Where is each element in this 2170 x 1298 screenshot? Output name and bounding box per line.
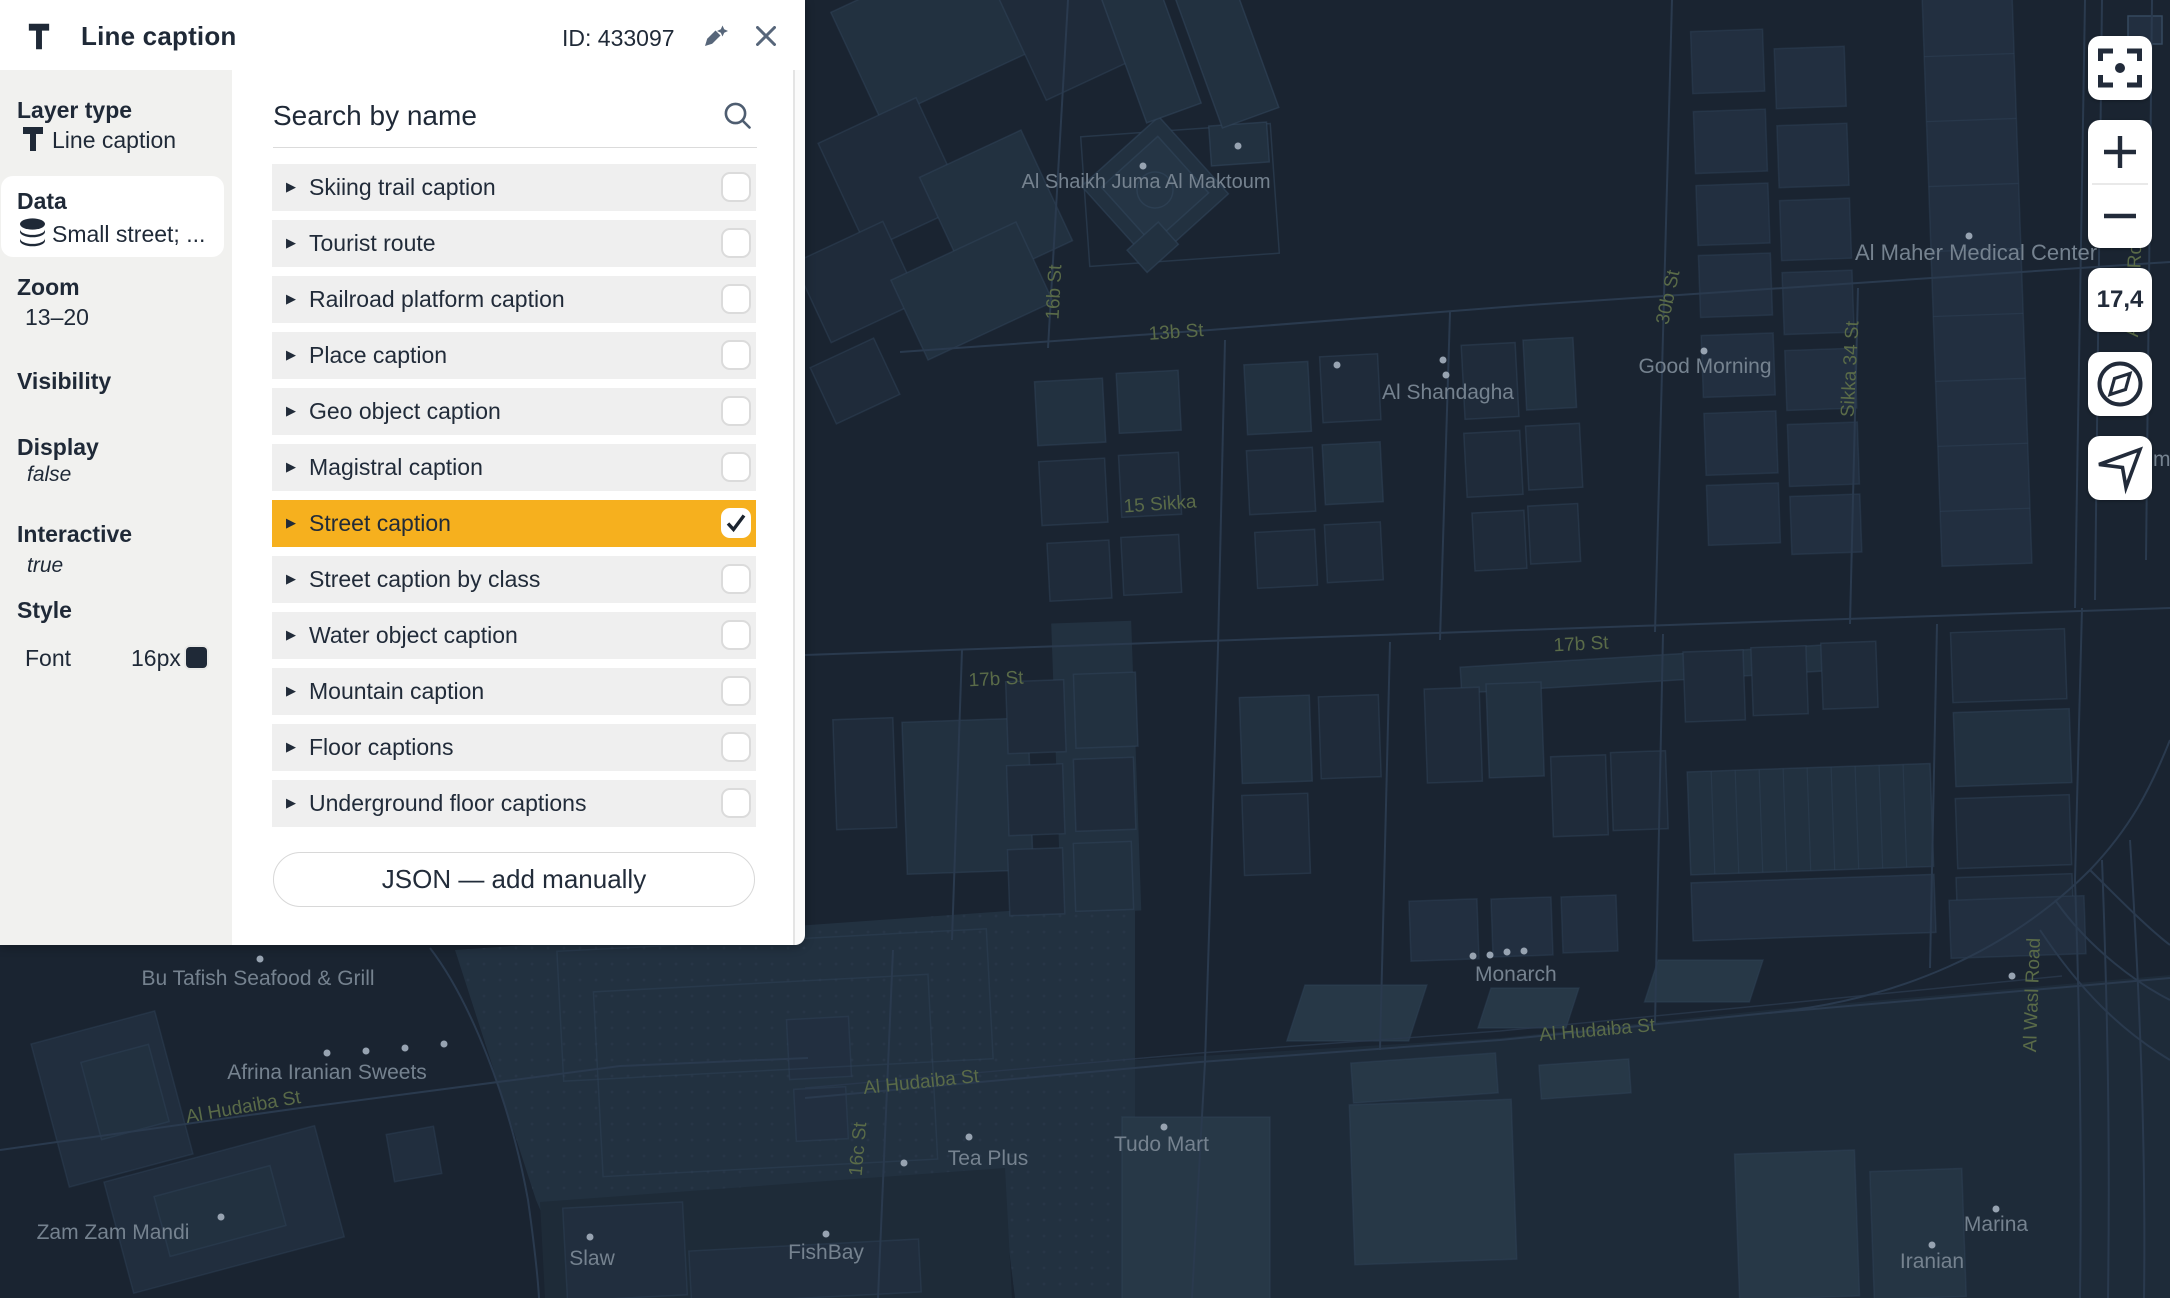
svg-text:16b St: 16b St xyxy=(1043,263,1067,320)
svg-text:Al Maher Medical Center: Al Maher Medical Center xyxy=(1855,240,2097,265)
svg-text:17b St: 17b St xyxy=(968,668,1025,692)
svg-text:Slaw: Slaw xyxy=(569,1247,615,1270)
svg-text:Marina: Marina xyxy=(1964,1213,2029,1236)
svg-text:Tudo Mart: Tudo Mart xyxy=(1114,1133,1209,1156)
svg-text:Al Shandagha: Al Shandagha xyxy=(1382,381,1514,404)
svg-text:Tea Plus: Tea Plus xyxy=(948,1147,1029,1170)
svg-text:Afrina Iranian Sweets: Afrina Iranian Sweets xyxy=(227,1061,427,1084)
svg-text:Good Morning: Good Morning xyxy=(1638,355,1771,378)
svg-text:Al Wasl Road: Al Wasl Road xyxy=(2020,938,2045,1053)
svg-text:13b St: 13b St xyxy=(1148,320,1205,345)
svg-text:FishBay: FishBay xyxy=(788,1241,864,1264)
svg-text:Al Shaikh Juma Al Maktoum: Al Shaikh Juma Al Maktoum xyxy=(1022,171,1271,193)
svg-text:ma: ma xyxy=(2153,448,2170,471)
svg-text:Iranian: Iranian xyxy=(1900,1250,1964,1273)
svg-text:Bu Tafish Seafood & Grill: Bu Tafish Seafood & Grill xyxy=(141,967,374,990)
svg-text:Zam Zam Mandi: Zam Zam Mandi xyxy=(37,1221,190,1244)
svg-text:17b St: 17b St xyxy=(1553,633,1610,657)
svg-text:Monarch: Monarch xyxy=(1475,963,1557,986)
